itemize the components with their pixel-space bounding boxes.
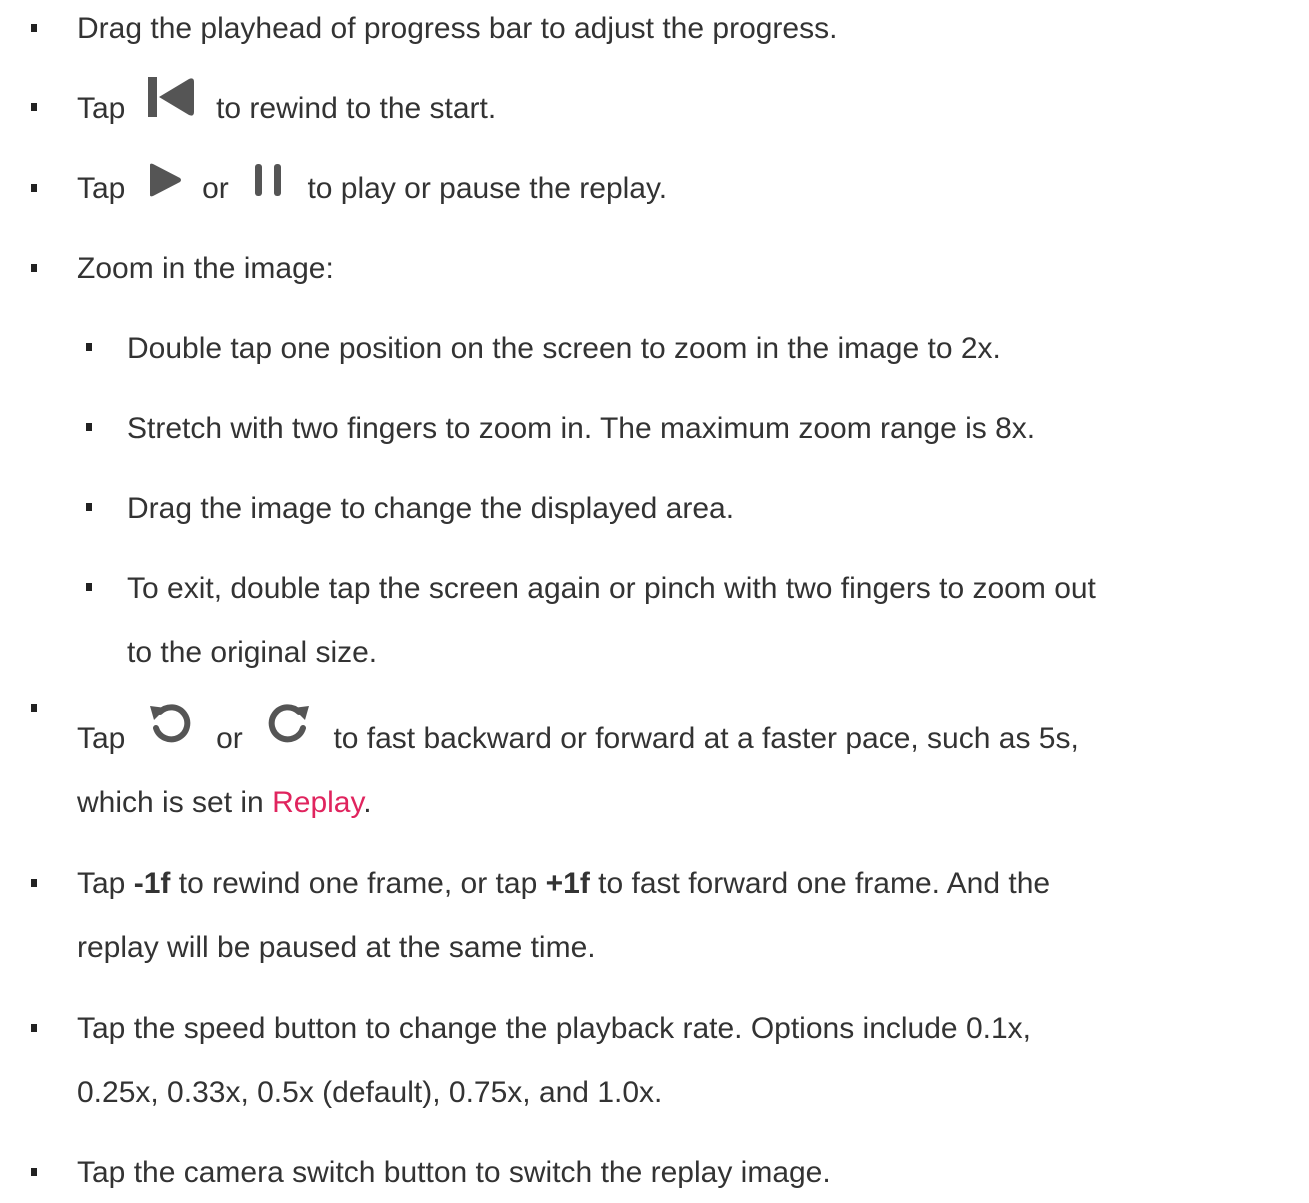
item-text: to rewind to the start.: [216, 92, 497, 125]
forward-frame-label: +1f: [545, 867, 590, 900]
pause-icon: [253, 157, 283, 218]
bullet: [31, 704, 37, 712]
item-text: or: [216, 722, 243, 755]
list-item-continuation: 0.25x, 0.33x, 0.5x (default), 0.75x, and…: [77, 1076, 663, 1109]
replay-link[interactable]: Replay: [272, 786, 363, 819]
sub-list-item: Stretch with two fingers to zoom in. The…: [127, 412, 1036, 445]
rewind-frame-label: -1f: [133, 867, 171, 900]
play-icon: [148, 157, 182, 218]
sub-list-item: Double tap one position on the screen to…: [127, 332, 1001, 365]
list-item: Tap or to play or pause the replay.: [77, 158, 667, 221]
bullet: [31, 24, 37, 32]
sub-bullet: [86, 423, 92, 431]
item-text: Tap: [77, 92, 126, 125]
item-text: to play or pause the replay.: [307, 172, 668, 205]
list-item: Tap or to fast backward or forward at a …: [77, 703, 1079, 771]
list-item: Tap the camera switch button to switch t…: [77, 1156, 831, 1189]
list-item: Tap the speed button to change the playb…: [77, 1012, 1031, 1045]
sub-bullet: [86, 343, 92, 351]
item-text: to fast backward or forward at a faster …: [333, 722, 1079, 755]
item-text: to fast forward one frame. And the: [598, 867, 1051, 900]
item-text: or: [202, 172, 229, 205]
bullet: [31, 184, 37, 192]
skip-to-start-icon: [147, 76, 194, 138]
forward-circular-arrow-icon: [265, 703, 311, 765]
item-text: to rewind one frame, or tap: [178, 867, 538, 900]
item-text: Tap: [77, 867, 126, 900]
bullet: [31, 879, 37, 887]
list-item: Drag the playhead of progress bar to adj…: [77, 12, 838, 45]
bullet: [31, 103, 37, 111]
rewind-circular-arrow-icon: [148, 703, 194, 765]
list-item-continuation: which is set in Replay.: [77, 772, 372, 833]
list-item: Tap -1f to rewind one frame, or tap +1f …: [77, 853, 1050, 914]
sub-list-item-continuation: to the original size.: [127, 636, 378, 669]
item-text: .: [363, 786, 372, 819]
list-item: Tap to rewind to the start.: [77, 76, 497, 141]
list-item-continuation: replay will be paused at the same time.: [77, 931, 596, 964]
bullet: [31, 264, 37, 272]
item-text: which is set in: [77, 786, 264, 819]
item-text: Tap: [77, 172, 126, 205]
sub-bullet: [86, 583, 92, 591]
bullet: [31, 1168, 37, 1176]
item-text: Tap: [77, 722, 126, 755]
bullet: [31, 1024, 37, 1032]
list-item: Zoom in the image:: [77, 252, 334, 285]
sub-bullet: [86, 503, 92, 511]
sub-list-item: To exit, double tap the screen again or …: [127, 572, 1096, 605]
sub-list-item: Drag the image to change the displayed a…: [127, 492, 735, 525]
